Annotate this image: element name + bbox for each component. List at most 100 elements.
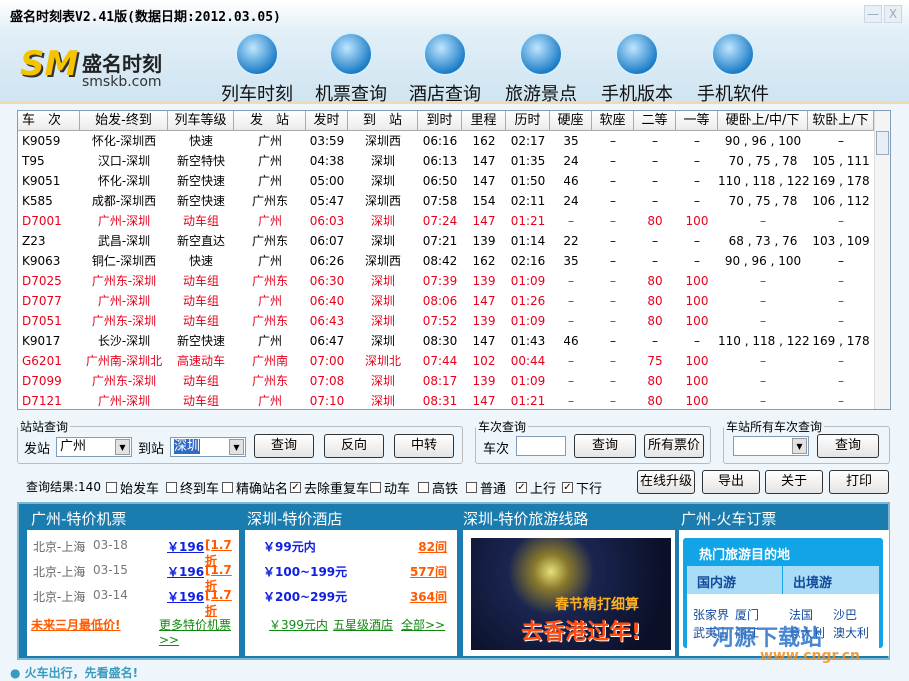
table-cell: 106 , 112: [812, 194, 870, 208]
table-row[interactable]: D7025 广州东-深圳 动车组 广州东 06:30 深圳 07:39 139 01:09 – – 8…: [18, 271, 874, 291]
reverse-button[interactable]: 反向: [324, 434, 384, 458]
table-row[interactable]: T95 汉口-深圳 新空特快 广州 04:38 深圳 06:13 147 01:35 24 – – – 7…: [18, 151, 874, 171]
destination-link[interactable]: 沙巴: [833, 606, 857, 623]
column-header[interactable]: 软座: [592, 111, 634, 131]
upgrade-button[interactable]: 在线升级: [637, 470, 695, 494]
table-row[interactable]: K585 成都-深圳西 新空快速 广州东 05:47 深圳西 07:58 154 02:11 24…: [18, 191, 874, 211]
train-query-button[interactable]: 查询: [574, 434, 636, 458]
table-row[interactable]: K9017 长沙-深圳 新空快速 广州 06:47 深圳 08:30 147 01:43 46 – –…: [18, 331, 874, 351]
hotel-link-all[interactable]: 全部>>: [401, 616, 445, 633]
to-station-select[interactable]: 深圳 ▼: [170, 437, 246, 457]
column-header[interactable]: 二等: [634, 111, 676, 131]
table-row[interactable]: D7051 广州东-深圳 动车组 广州东 06:43 深圳 07:52 139 01:09 – – 8…: [18, 311, 874, 331]
checkbox-icon[interactable]: [222, 482, 233, 493]
print-button[interactable]: 打印: [829, 470, 889, 494]
table-cell: 110 , 118 , 122: [718, 334, 810, 348]
filter-checkbox[interactable]: ✓ 下行: [562, 478, 602, 497]
filter-checkbox[interactable]: 高铁: [418, 478, 458, 497]
flight-price[interactable]: ￥196: [167, 588, 204, 605]
filter-checkbox[interactable]: ✓ 去除重复车: [290, 478, 369, 497]
nav-hotel[interactable]: 酒店查询: [400, 32, 490, 106]
filter-checkbox[interactable]: 普通: [466, 478, 506, 497]
about-button[interactable]: 关于: [765, 470, 823, 494]
filter-checkbox[interactable]: ✓ 上行: [516, 478, 556, 497]
nav-windows[interactable]: 手机版本: [592, 32, 682, 106]
chevron-down-icon[interactable]: ▼: [115, 439, 130, 455]
chevron-down-icon[interactable]: ▼: [229, 439, 244, 455]
all-prices-button[interactable]: 所有票价: [644, 434, 704, 458]
hotel-count[interactable]: 364间: [410, 588, 447, 605]
table-row[interactable]: D7077 广州-深圳 动车组 广州 06:40 深圳 08:06 147 01:26 – – 80 1…: [18, 291, 874, 311]
column-header[interactable]: 历时: [506, 111, 550, 131]
checkbox-icon[interactable]: ✓: [562, 482, 573, 493]
abroad-tab[interactable]: 出境游: [783, 566, 879, 594]
column-header[interactable]: 列车等级: [168, 111, 234, 131]
lowest-price-link[interactable]: 未来三月最低价!: [31, 616, 120, 633]
nav-plane[interactable]: 机票查询: [306, 32, 396, 106]
station-query-button[interactable]: 查询: [254, 434, 314, 458]
hotel-link-399[interactable]: ￥399元内: [269, 616, 328, 633]
hotel-link-five-star[interactable]: 五星级酒店: [333, 616, 393, 633]
table-row[interactable]: D7121 广州-深圳 动车组 广州 07:10 深圳 08:31 147 01:21 – – 80 1…: [18, 391, 874, 409]
chevron-down-icon[interactable]: ▼: [792, 438, 807, 454]
table-cell: 90 , 96 , 100: [724, 254, 802, 268]
table-cell: –: [760, 374, 766, 388]
column-header[interactable]: 硬座: [550, 111, 592, 131]
checkbox-icon[interactable]: [466, 482, 477, 493]
hong-kong-banner[interactable]: 春节精打细算 去香港过年!: [471, 538, 671, 650]
hotel-count[interactable]: 82间: [418, 538, 447, 555]
from-station-select[interactable]: 广州 ▼: [56, 437, 132, 457]
station-all-select[interactable]: ▼: [733, 436, 809, 456]
checkbox-icon[interactable]: [166, 482, 177, 493]
table-cell: D7121: [22, 394, 62, 408]
flight-price[interactable]: ￥196: [167, 563, 204, 580]
more-flights-link[interactable]: 更多特价机票>>: [159, 616, 239, 647]
table-row[interactable]: K9059 怀化-深圳西 快速 广州 03:59 深圳西 06:16 162 02:17 35 – –…: [18, 131, 874, 151]
column-header[interactable]: 发时: [306, 111, 348, 131]
column-header[interactable]: 始发-终到: [80, 111, 168, 131]
filter-checkbox[interactable]: 精确站名: [222, 478, 288, 497]
column-header[interactable]: 车 次: [18, 111, 80, 131]
train-number-input[interactable]: [516, 436, 566, 456]
table-cell: –: [568, 374, 574, 388]
table-cell: 01:09: [510, 374, 546, 388]
filter-checkbox[interactable]: 动车: [370, 478, 410, 497]
nav-label: 列车时刻: [221, 84, 293, 105]
flight-discount[interactable]: [1.7折: [205, 588, 239, 619]
destination-link[interactable]: 澳大利: [833, 624, 869, 641]
vertical-scrollbar[interactable]: [874, 111, 890, 409]
table-row[interactable]: D7099 广州东-深圳 动车组 广州东 07:08 深圳 08:17 139 01:09 – – 8…: [18, 371, 874, 391]
column-header[interactable]: 到时: [418, 111, 462, 131]
table-row[interactable]: Z23 武昌-深圳 新空直达 广州东 06:07 深圳 07:21 139 01:14 22 – – –…: [18, 231, 874, 251]
filter-checkbox[interactable]: 始发车: [106, 478, 159, 497]
close-button[interactable]: X: [884, 5, 902, 23]
column-header[interactable]: 一等: [676, 111, 718, 131]
scroll-thumb[interactable]: [876, 131, 889, 155]
checkbox-icon[interactable]: ✓: [290, 482, 301, 493]
station-all-query-button[interactable]: 查询: [817, 434, 879, 458]
column-header[interactable]: 硬卧上/中/下: [718, 111, 808, 131]
checkbox-icon[interactable]: ✓: [516, 482, 527, 493]
checkbox-icon[interactable]: [370, 482, 381, 493]
filter-checkbox[interactable]: 终到车: [166, 478, 219, 497]
table-row[interactable]: K9063 铜仁-深圳西 快速 广州 06:26 深圳西 08:42 162 02:16 35 – –…: [18, 251, 874, 271]
checkbox-icon[interactable]: [418, 482, 429, 493]
column-header[interactable]: 里程: [462, 111, 506, 131]
flight-price[interactable]: ￥196: [167, 538, 204, 555]
transfer-button[interactable]: 中转: [394, 434, 454, 458]
nav-java[interactable]: 手机软件: [688, 32, 778, 106]
column-header[interactable]: 软卧上/下: [808, 111, 874, 131]
table-row[interactable]: G6201 广州南-深圳北 高速动车 广州南 07:00 深圳北 07:44 102 00:44…: [18, 351, 874, 371]
domestic-tab[interactable]: 国内游: [687, 566, 783, 594]
checkbox-icon[interactable]: [106, 482, 117, 493]
column-header[interactable]: 发 站: [234, 111, 306, 131]
nav-train[interactable]: 列车时刻: [212, 32, 302, 106]
export-button[interactable]: 导出: [702, 470, 760, 494]
column-header[interactable]: 到 站: [348, 111, 418, 131]
hotel-count[interactable]: 577间: [410, 563, 447, 580]
table-row[interactable]: K9051 怀化-深圳 新空快速 广州 05:00 深圳 06:50 147 01:50 46 – –…: [18, 171, 874, 191]
minimize-button[interactable]: —: [864, 5, 882, 23]
table-cell: 70 , 75 , 78: [728, 194, 798, 208]
nav-globe[interactable]: 旅游景点: [496, 32, 586, 106]
table-row[interactable]: D7001 广州-深圳 动车组 广州 06:03 深圳 07:24 147 01:21 – – 80 1…: [18, 211, 874, 231]
